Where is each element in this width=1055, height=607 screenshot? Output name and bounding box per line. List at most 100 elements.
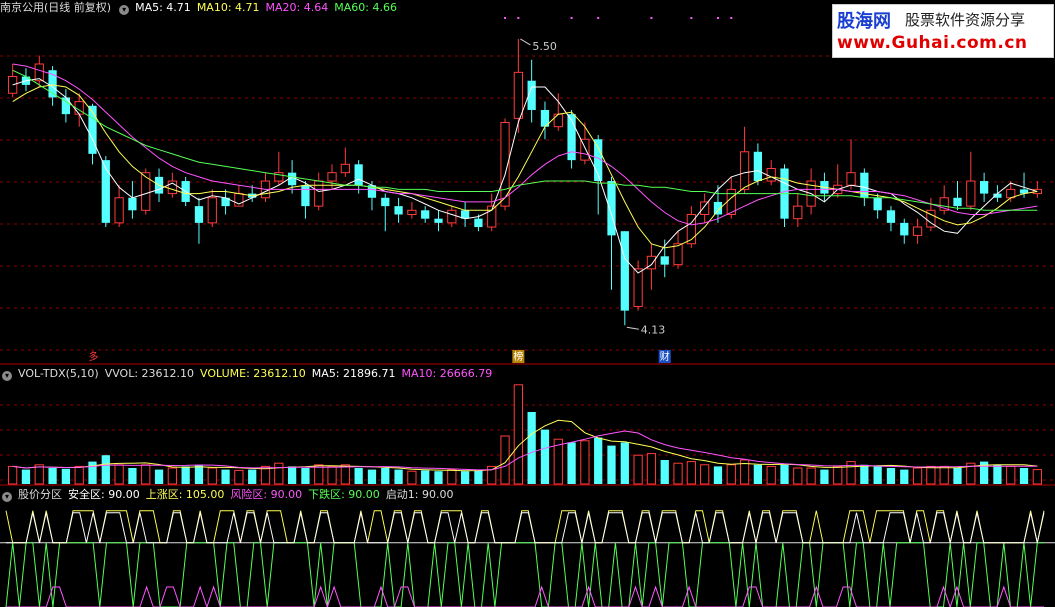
candle-body (114, 197, 124, 224)
candle-body (673, 243, 683, 266)
volume-bar (314, 464, 324, 485)
candle-body (900, 222, 909, 236)
candle-body (301, 185, 310, 207)
candle-body (421, 210, 430, 219)
vol-ma5-readout: MA5: 21896.71 (311, 367, 396, 380)
volume-bar (274, 462, 284, 485)
volume-bar (248, 469, 257, 484)
candle-body (381, 197, 390, 207)
volume-bar (88, 461, 97, 484)
volume-bar (327, 465, 337, 485)
volume-bar (673, 462, 683, 485)
price-grid (0, 55, 1055, 486)
volume-bar (900, 469, 909, 484)
candle-body (846, 172, 856, 186)
candle-body (447, 209, 457, 224)
candle-body (660, 256, 669, 265)
volume-bar (713, 466, 723, 484)
volume-bar (912, 467, 923, 485)
volume-bar (886, 468, 896, 484)
volume-bar (793, 467, 803, 485)
chevron-down-icon[interactable]: ▾ (2, 492, 12, 502)
volume-bar (34, 464, 44, 485)
signal-dot (730, 17, 733, 19)
candle-body (739, 151, 750, 190)
volume-bar (421, 470, 430, 484)
rise-zone-readout: 上涨区: 105.00 (145, 488, 225, 501)
volume-bar (939, 465, 949, 485)
volume-bar (287, 466, 297, 484)
candle-body (766, 168, 776, 182)
volume-header: ▾ VOL-TDX(5,10) VVOL: 23612.10 VOLUME: 2361… (0, 366, 498, 382)
event-marker-bang: 榜 (513, 350, 523, 363)
candle-body (953, 197, 962, 207)
candle-body (553, 113, 563, 128)
candle-body (633, 268, 643, 307)
volume-bar (460, 471, 470, 484)
candle-body (128, 197, 137, 211)
ma5-readout: MA5: 4.71 (135, 1, 191, 14)
volume-bar (607, 445, 616, 484)
volume-bar (660, 460, 669, 484)
candle-body (354, 164, 363, 186)
vvol-readout: VVOL: 23612.10 (104, 367, 195, 380)
volume-bar (1006, 465, 1016, 485)
volume-bar (367, 469, 377, 484)
fall-zone-line (5, 542, 1044, 607)
volume-bar (873, 466, 882, 484)
volume-bar (181, 466, 190, 484)
candle-body (873, 197, 882, 211)
volume-bar (8, 465, 18, 485)
volume-bar (474, 470, 483, 484)
candle-body (434, 218, 443, 223)
volume-bar (820, 469, 829, 484)
candle-body (979, 181, 989, 194)
volume-bar (447, 469, 457, 485)
candle-body (966, 180, 976, 207)
volume-readout: VOLUME: 23612.10 (200, 367, 306, 380)
vol-ma10-readout: MA10: 26666.79 (401, 367, 493, 380)
volume-bar (500, 435, 510, 485)
candle-body (753, 151, 763, 182)
candle-body (194, 206, 204, 223)
volume-bars (8, 384, 1042, 485)
volume-bar (753, 464, 763, 484)
stock-title: 南京公用 (0, 1, 44, 14)
period-label: (日线 前复权) (44, 1, 112, 14)
candle-body (101, 160, 110, 223)
volume-bar (394, 469, 403, 484)
volume-bar (766, 465, 776, 485)
volume-bar (221, 469, 230, 484)
chevron-down-icon[interactable]: ▾ (2, 371, 12, 381)
candle-body (513, 71, 523, 119)
volume-bar (354, 468, 363, 484)
volume-bar (646, 453, 657, 485)
volume-bar (926, 465, 936, 485)
event-marker-cai: 财 (660, 350, 670, 363)
volume-bar (594, 437, 603, 484)
volume-bar (194, 464, 204, 484)
volume-bar (1019, 468, 1029, 484)
start-readout: 启动1: 90.00 (385, 488, 454, 501)
signal-dot (650, 17, 653, 19)
moving-averages (12, 63, 1038, 274)
volume-bar (48, 468, 57, 484)
zone-indicator-name: 股价分区 (18, 488, 62, 501)
volume-bar (527, 412, 536, 484)
candle-body (327, 172, 337, 182)
candle-body (620, 231, 629, 311)
volume-bar (513, 384, 523, 485)
volume-bar (567, 442, 576, 484)
chevron-down-icon[interactable]: ▾ (119, 5, 130, 15)
volume-bar (633, 454, 643, 485)
ma10-readout: MA10: 4.71 (196, 1, 260, 14)
candle-body (407, 209, 417, 215)
volume-bar (540, 429, 550, 484)
volume-bar (1032, 469, 1042, 485)
volume-bar (207, 467, 217, 485)
event-marker-duo: 多 (89, 350, 99, 363)
stock-chart[interactable]: 5.50 4.13 多 榜 财 (0, 0, 1055, 607)
volume-bar (234, 469, 244, 485)
candle-body (793, 205, 803, 220)
volume-bar (21, 469, 31, 484)
